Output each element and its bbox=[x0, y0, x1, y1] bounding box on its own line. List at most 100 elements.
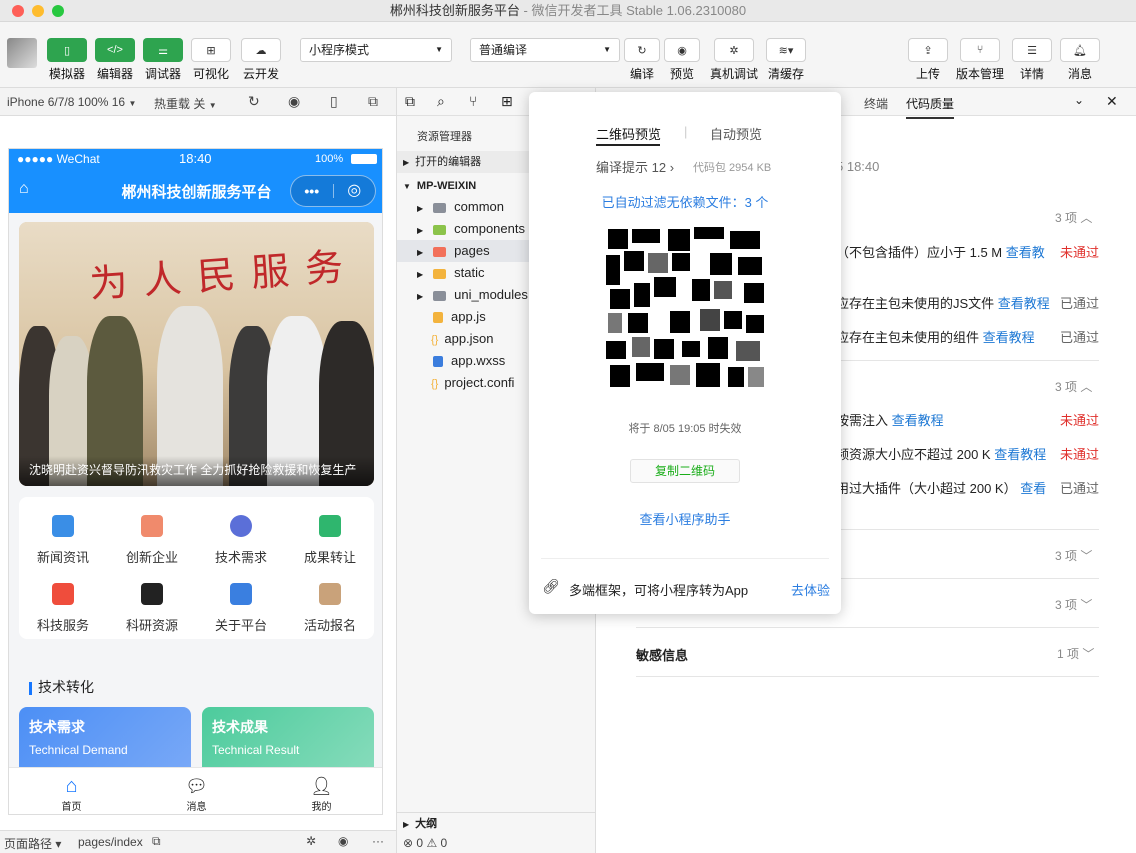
tab-home[interactable]: ⌂ 首页 bbox=[9, 774, 134, 813]
menu-item-research[interactable]: 科研资源 bbox=[108, 583, 196, 634]
chevron-right-icon: ▶ bbox=[417, 204, 424, 213]
bug-icon[interactable]: ✲ bbox=[306, 834, 316, 848]
details-button[interactable]: ☰ bbox=[1012, 38, 1052, 62]
caret-down-icon: ▼ bbox=[435, 45, 443, 54]
group-4-count[interactable]: 3 项 ﹀ bbox=[1055, 596, 1092, 613]
minimize-window-button[interactable] bbox=[32, 5, 44, 17]
divider bbox=[541, 558, 829, 559]
tab-messages[interactable]: 💬︎ 消息 bbox=[134, 774, 259, 813]
preview-button[interactable]: ◉ bbox=[664, 38, 700, 62]
zoom-window-button[interactable] bbox=[52, 5, 64, 17]
close-window-button[interactable] bbox=[12, 5, 24, 17]
menu-item-signup[interactable]: 活动报名 bbox=[286, 583, 374, 634]
tutorial-link[interactable]: 查看教程 bbox=[998, 296, 1050, 311]
group-3-count[interactable]: 3 项 ﹀ bbox=[1055, 547, 1092, 564]
debugger-toggle[interactable]: ⚌ bbox=[143, 38, 183, 62]
tutorial-link[interactable]: 查看 bbox=[1020, 481, 1046, 496]
status-badge: 已通过 bbox=[1060, 481, 1100, 496]
more-icon[interactable]: ··· bbox=[372, 834, 384, 848]
version-button[interactable]: ⑂ bbox=[960, 38, 1000, 62]
real-device-debug-button[interactable]: ✲ bbox=[714, 38, 754, 62]
avatar[interactable] bbox=[7, 38, 37, 68]
refresh-icon: ↻ bbox=[637, 44, 647, 57]
folder-icon bbox=[433, 202, 447, 213]
copy-icon[interactable]: ⧉ bbox=[152, 834, 161, 849]
news-banner[interactable]: 为人民服务 沈晓明赴资兴督导防汛救灾工作 全力抓好抢险救援和恢复生产 bbox=[19, 222, 374, 486]
close-miniprogram-icon[interactable]: ◎ bbox=[334, 176, 376, 206]
bell-icon: 🔔︎ bbox=[1073, 44, 1087, 57]
carrier: ●●●●● WeChat bbox=[17, 152, 100, 166]
try-now-link[interactable]: 去体验 bbox=[791, 580, 830, 599]
extensions-icon[interactable]: ⊞ bbox=[501, 93, 513, 110]
mode-select[interactable]: 小程序模式 ▼ bbox=[300, 38, 452, 62]
upload-button[interactable]: ⇪ bbox=[908, 38, 948, 62]
group-count: 3 项 bbox=[1055, 211, 1078, 225]
check-text: （不包含插件）应小于 1.5 M bbox=[836, 245, 1003, 260]
group-2-count[interactable]: 3 项 ︿ bbox=[1055, 378, 1092, 395]
divider bbox=[836, 529, 1099, 530]
menu-item-tech-service[interactable]: 科技服务 bbox=[19, 583, 107, 634]
git-icon[interactable]: ⑂ bbox=[469, 93, 477, 109]
compile-button[interactable]: ↻ bbox=[624, 38, 660, 62]
group-1-count[interactable]: 3 项 ︿ bbox=[1055, 209, 1092, 226]
tutorial-link[interactable]: 查看教程 bbox=[994, 447, 1046, 462]
hot-reload-select[interactable]: 热重载 关 ▼ bbox=[154, 95, 217, 112]
caret-down-icon: ▼ bbox=[603, 45, 611, 54]
window-subtitle: 微信开发者工具 Stable 1.06.2310080 bbox=[531, 3, 747, 18]
clear-cache-button[interactable]: ≋▾ bbox=[766, 38, 806, 62]
chevron-down-icon[interactable]: ⌄ bbox=[1074, 93, 1084, 107]
device-select[interactable]: iPhone 6/7/8 100% 16 ▼ bbox=[7, 95, 136, 109]
check-row: 按需注入 查看教程 bbox=[836, 410, 944, 429]
tree-item-label: project.confi bbox=[444, 375, 515, 390]
menu-item-about[interactable]: 关于平台 bbox=[197, 583, 285, 634]
clock: 18:40 bbox=[179, 151, 212, 166]
assistant-link[interactable]: 查看小程序助手 bbox=[529, 509, 841, 528]
menu-item-tech-demand[interactable]: 技术需求 bbox=[197, 515, 285, 566]
compile-hint-link[interactable]: 编译提示 12 › bbox=[596, 157, 674, 176]
messages-button[interactable]: 🔔︎ bbox=[1060, 38, 1100, 62]
check-text: 应存在主包未使用的JS文件 bbox=[836, 296, 995, 311]
menu-item-enterprise[interactable]: 创新企业 bbox=[108, 515, 196, 566]
copy-qr-button[interactable]: 复制二维码 bbox=[630, 459, 740, 483]
stop-icon[interactable]: ◉ bbox=[288, 93, 300, 110]
tab-auto-preview[interactable]: 自动预览 bbox=[710, 124, 762, 143]
sensitive-info-count[interactable]: 1 项 ﹀ bbox=[1057, 645, 1094, 662]
problems-summary[interactable]: ⊗ 0 ⚠ 0 bbox=[397, 834, 597, 853]
compile-select[interactable]: 普通编译 ▼ bbox=[470, 38, 620, 62]
filtered-files-link[interactable]: 已自动过滤无依赖文件：3 个 bbox=[529, 192, 841, 211]
menu-item-label: 科研资源 bbox=[125, 618, 178, 633]
page-path-select[interactable]: 页面路径 ▾ bbox=[4, 835, 61, 852]
phone-icon[interactable]: ▯ bbox=[330, 93, 338, 110]
editor-toggle[interactable]: </> bbox=[95, 38, 135, 62]
menu-item-news[interactable]: 新闻资讯 bbox=[19, 515, 107, 566]
tutorial-link[interactable]: 查看教 bbox=[1006, 245, 1045, 260]
tab-label: 消息 bbox=[186, 802, 207, 813]
tutorial-link[interactable]: 查看教程 bbox=[983, 330, 1035, 345]
phone-tab-bar: ⌂ 首页 💬︎ 消息 👤︎ 我的 bbox=[9, 767, 382, 814]
window-icon[interactable]: ⧉ bbox=[368, 93, 378, 110]
search-icon[interactable]: ⌕ bbox=[437, 93, 445, 110]
check-text: 频资源大小应不超过 200 K bbox=[836, 447, 991, 462]
visual-button[interactable]: ⊞ bbox=[191, 38, 231, 62]
tab-separator: | bbox=[684, 124, 688, 139]
phone-status-bar: ●●●●● WeChat 18:40 100% bbox=[9, 149, 382, 169]
group-count: 1 项 bbox=[1057, 647, 1080, 661]
phone-icon: ▯ bbox=[63, 44, 71, 57]
menu-item-transfer[interactable]: 成果转让 bbox=[286, 515, 374, 566]
device-select-value: iPhone 6/7/8 100% 16 bbox=[7, 95, 126, 109]
tab-code-quality[interactable]: 代码质量 bbox=[906, 95, 955, 119]
more-icon[interactable]: ••• bbox=[291, 176, 333, 206]
tutorial-link[interactable]: 查看教程 bbox=[892, 413, 944, 428]
tab-qr-preview[interactable]: 二维码预览 bbox=[596, 124, 661, 143]
eye-icon[interactable]: ◉ bbox=[338, 834, 348, 848]
tab-terminal[interactable]: 终端 bbox=[864, 95, 888, 112]
files-icon[interactable]: ⧉ bbox=[405, 93, 415, 110]
outline-section[interactable]: ▶ 大纲 bbox=[397, 812, 597, 834]
tab-profile[interactable]: 👤︎ 我的 bbox=[259, 774, 382, 813]
cloud-dev-button[interactable]: ☁ bbox=[241, 38, 281, 62]
network-icon bbox=[230, 515, 252, 537]
refresh-icon[interactable]: ↻ bbox=[248, 93, 260, 110]
simulator-toggle[interactable]: ▯ bbox=[47, 38, 87, 62]
qr-code[interactable] bbox=[598, 223, 772, 397]
close-icon[interactable]: ✕ bbox=[1106, 93, 1118, 110]
